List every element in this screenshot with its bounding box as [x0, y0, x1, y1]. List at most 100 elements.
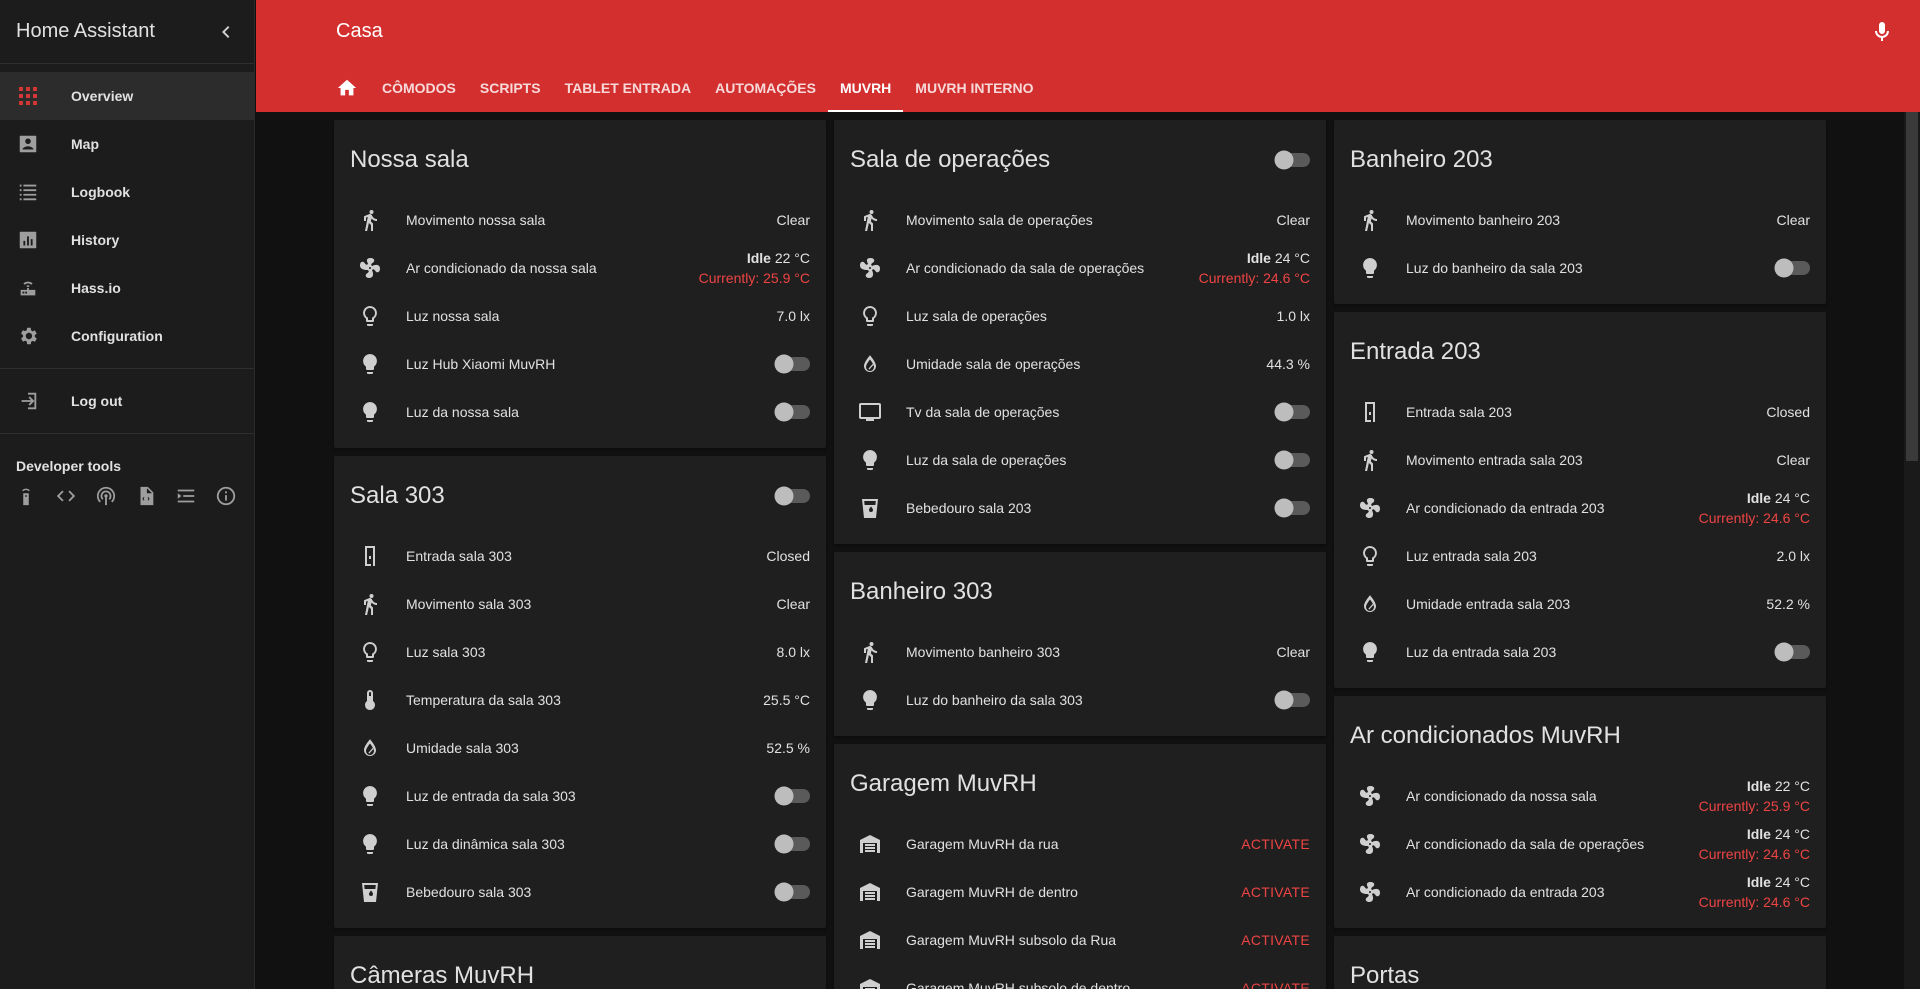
- sidebar-item-hassio[interactable]: Hass.io: [0, 264, 254, 312]
- entity-row[interactable]: Ar condicionado da nossa sala Idle 22 °C…: [1350, 772, 1810, 820]
- entity-name: Luz nossa sala: [406, 308, 500, 324]
- entity-row[interactable]: Luz sala de operações 1.0 lx: [850, 292, 1310, 340]
- entity-row[interactable]: Ar condicionado da nossa sala Idle 22 °C…: [350, 244, 810, 292]
- entity-row[interactable]: Luz de entrada da sala 303: [350, 772, 810, 820]
- entity-row[interactable]: Umidade sala de operações 44.3 %: [850, 340, 1310, 388]
- tab-scripts[interactable]: SCRIPTS: [468, 64, 553, 112]
- microphone-icon[interactable]: [1870, 20, 1894, 44]
- entity-row[interactable]: Movimento entrada sala 203 Clear: [1350, 436, 1810, 484]
- entity-row[interactable]: Bebedouro sala 303: [350, 868, 810, 916]
- toggle-switch[interactable]: [774, 402, 810, 422]
- entity-name: Luz da dinâmica sala 303: [406, 836, 565, 852]
- air-conditioner-icon: [1350, 872, 1390, 912]
- card-toggle-switch[interactable]: [774, 486, 810, 506]
- card-toggle-switch[interactable]: [1274, 150, 1310, 170]
- entity-row[interactable]: Luz da entrada sala 203: [1350, 628, 1810, 676]
- entity-row[interactable]: Ar condicionado da entrada 203 Idle 24 °…: [1350, 484, 1810, 532]
- file-xml-icon[interactable]: [134, 484, 158, 508]
- entity-row[interactable]: Ar condicionado da sala de operações Idl…: [850, 244, 1310, 292]
- entity-row[interactable]: Umidade entrada sala 203 52.2 %: [1350, 580, 1810, 628]
- toggle-switch[interactable]: [1274, 690, 1310, 710]
- climate-current: Currently: 25.9 °C: [698, 270, 810, 286]
- scrollbar-thumb[interactable]: [1906, 112, 1918, 461]
- entity-name: Garagem MuvRH da rua: [906, 836, 1059, 852]
- entity-row[interactable]: Luz da nossa sala: [350, 388, 810, 436]
- toggle-switch[interactable]: [1274, 402, 1310, 422]
- activate-button[interactable]: ACTIVATE: [1241, 980, 1310, 989]
- entity-row[interactable]: Entrada sala 203 Closed: [1350, 388, 1810, 436]
- entity-row[interactable]: Movimento sala 303 Clear: [350, 580, 810, 628]
- card-banheiro-303: Banheiro 303 Movimento banheiro 303 Clea…: [834, 552, 1326, 736]
- sidebar-item-overview[interactable]: Overview: [0, 72, 254, 120]
- entity-state: Clear: [1776, 452, 1810, 468]
- entity-row[interactable]: Luz da dinâmica sala 303: [350, 820, 810, 868]
- toggle-switch[interactable]: [774, 354, 810, 374]
- entity-row[interactable]: Luz entrada sala 203 2.0 lx: [1350, 532, 1810, 580]
- sidebar-item-logout[interactable]: Log out: [0, 377, 254, 425]
- tab-automacoes[interactable]: AUTOMAÇÕES: [703, 64, 828, 112]
- entity-row[interactable]: Luz Hub Xiaomi MuvRH: [350, 340, 810, 388]
- entity-row[interactable]: Luz sala 303 8.0 lx: [350, 628, 810, 676]
- entity-name: Luz da nossa sala: [406, 404, 519, 420]
- sidebar-item-logbook[interactable]: Logbook: [0, 168, 254, 216]
- tab-home[interactable]: [324, 64, 370, 112]
- toggle-switch[interactable]: [774, 834, 810, 854]
- entity-row[interactable]: Movimento banheiro 303 Clear: [850, 628, 1310, 676]
- toggle-switch[interactable]: [1774, 258, 1810, 278]
- entity-row[interactable]: Luz do banheiro da sala 203: [1350, 244, 1810, 292]
- activate-button[interactable]: ACTIVATE: [1241, 932, 1310, 948]
- entity-row[interactable]: Umidade sala 303 52.5 %: [350, 724, 810, 772]
- sidebar-item-configuration[interactable]: Configuration: [0, 312, 254, 360]
- entity-row[interactable]: Movimento banheiro 203 Clear: [1350, 196, 1810, 244]
- tab-comodos[interactable]: CÔMODOS: [370, 64, 468, 112]
- radio-tower-icon[interactable]: [94, 484, 118, 508]
- entity-row[interactable]: Bebedouro sala 203: [850, 484, 1310, 532]
- entity-row[interactable]: Luz da sala de operações: [850, 436, 1310, 484]
- entity-row[interactable]: Ar condicionado da entrada 203 Idle 24 °…: [1350, 868, 1810, 916]
- activate-button[interactable]: ACTIVATE: [1241, 884, 1310, 900]
- code-tags-icon[interactable]: [54, 484, 78, 508]
- climate-state: Idle 24 °C Currently: 24.6 °C: [1699, 488, 1810, 528]
- toggle-switch[interactable]: [774, 786, 810, 806]
- entity-row[interactable]: Tv da sala de operações: [850, 388, 1310, 436]
- activate-button[interactable]: ACTIVATE: [1241, 836, 1310, 852]
- view-tabs: CÔMODOS SCRIPTS TABLET ENTRADA AUTOMAÇÕE…: [324, 64, 1046, 112]
- entity-row: Garagem MuvRH de dentro ACTIVATE: [850, 868, 1310, 916]
- entity-row[interactable]: Temperatura da sala 303 25.5 °C: [350, 676, 810, 724]
- chevron-left-icon[interactable]: [214, 20, 238, 44]
- sidebar-item-history[interactable]: History: [0, 216, 254, 264]
- sidebar-item-map[interactable]: Map: [0, 120, 254, 168]
- toggle-switch[interactable]: [1274, 498, 1310, 518]
- entity-row[interactable]: Ar condicionado da sala de operações Idl…: [1350, 820, 1810, 868]
- remote-icon[interactable]: [14, 484, 38, 508]
- view-dashboard-icon: [16, 84, 40, 108]
- information-icon[interactable]: [214, 484, 238, 508]
- toggle-switch[interactable]: [774, 882, 810, 902]
- entity-name: Bebedouro sala 303: [406, 884, 532, 900]
- cup-water-icon: [850, 488, 890, 528]
- entity-row[interactable]: Luz nossa sala 7.0 lx: [350, 292, 810, 340]
- format-list-checks-icon[interactable]: [174, 484, 198, 508]
- tab-muvrh-interno[interactable]: MUVRH INTERNO: [903, 64, 1045, 112]
- tab-muvrh[interactable]: MUVRH: [827, 64, 904, 112]
- climate-current: Currently: 24.6 °C: [1698, 510, 1810, 526]
- entity-name: Luz entrada sala 203: [1406, 548, 1537, 564]
- entity-row[interactable]: Movimento nossa sala Clear: [350, 196, 810, 244]
- toggle-switch[interactable]: [1774, 642, 1810, 662]
- entity-state: 2.0 lx: [1776, 548, 1810, 564]
- entity-row[interactable]: Luz do banheiro da sala 303: [850, 676, 1310, 724]
- scrollbar[interactable]: [1904, 112, 1920, 989]
- tab-tablet-entrada[interactable]: TABLET ENTRADA: [553, 64, 704, 112]
- column-1: Nossa sala Movimento nossa sala Clear Ar…: [334, 120, 826, 989]
- entity-row[interactable]: Entrada sala 303 Closed: [350, 532, 810, 580]
- format-list-icon: [16, 180, 40, 204]
- climate-mode: Idle: [1746, 778, 1771, 794]
- entity-row[interactable]: Movimento sala de operações Clear: [850, 196, 1310, 244]
- settings-icon: [16, 324, 40, 348]
- entity-name: Ar condicionado da nossa sala: [1406, 788, 1597, 804]
- card-title: Portas: [1350, 936, 1810, 989]
- entity-name: Movimento nossa sala: [406, 212, 546, 228]
- sidebar-item-label: Configuration: [71, 328, 163, 344]
- toggle-switch[interactable]: [1274, 450, 1310, 470]
- card-title: Ar condicionados MuvRH: [1350, 696, 1810, 772]
